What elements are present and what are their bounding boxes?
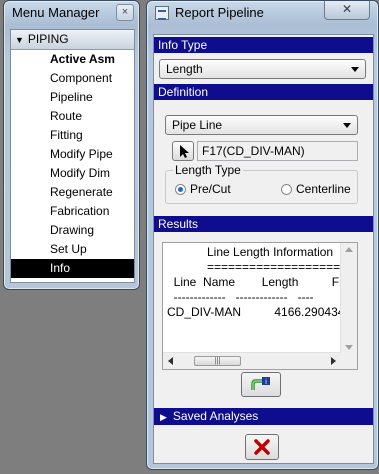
saved-analyses-label: Saved Analyses [172, 409, 259, 423]
length-type-group: Length Type Pre/Cut Centerline [165, 163, 358, 204]
results-text: Line Length Information ================… [167, 245, 358, 320]
menu-manager-window: Menu Manager × ▼ PIPING Active Asm Compon… [3, 0, 140, 290]
menu-item-drawing[interactable]: Drawing [11, 221, 134, 240]
scroll-right-icon[interactable] [331, 357, 336, 365]
menu-header-label: PIPING [27, 32, 69, 46]
report-pipeline-panel: Info Type Length Definition Pipe Line F1… [153, 34, 374, 464]
length-type-label: Length Type [173, 163, 243, 177]
menu-item-active-asm[interactable]: Active Asm [11, 50, 134, 69]
app-icon [155, 6, 169, 20]
radio-centerline-label: Centerline [296, 182, 351, 196]
radio-unchecked-icon [281, 184, 292, 195]
radio-centerline[interactable]: Centerline [281, 182, 351, 196]
menu-item-fitting[interactable]: Fitting [11, 126, 134, 145]
results-line: Line Length Information [167, 245, 334, 259]
menu-manager-close-button[interactable]: × [116, 4, 134, 21]
results-textarea[interactable]: Line Length Information ================… [162, 242, 358, 370]
report-pipeline-window: Report Pipeline ✕ Info Type Length Defin… [146, 0, 379, 470]
triangle-down-icon: ▼ [15, 35, 24, 45]
close-dialog-button[interactable] [245, 434, 279, 460]
info-report-button[interactable]: i [241, 372, 281, 397]
info-type-header: Info Type [154, 37, 373, 53]
menu-item-route[interactable]: Route [11, 107, 134, 126]
chevron-down-icon [351, 67, 359, 72]
menu-item-regenerate[interactable]: Regenerate [11, 183, 134, 202]
scrollbar-corner [341, 353, 357, 369]
radio-pre-cut-label: Pre/Cut [190, 182, 231, 196]
menu-manager-title: Menu Manager [12, 5, 100, 20]
info-type-select[interactable]: Length [159, 59, 366, 79]
cursor-arrow-icon [180, 145, 189, 158]
definition-header: Definition [154, 84, 373, 100]
menu-item-component[interactable]: Component [11, 69, 134, 88]
radio-checked-icon [175, 184, 186, 195]
triangle-right-icon: ▶ [160, 412, 167, 422]
menu-manager-panel: ▼ PIPING Active Asm Component Pipeline Ro… [10, 29, 135, 283]
results-header: Results [154, 216, 373, 232]
info-type-value: Length [166, 62, 203, 76]
vertical-scrollbar[interactable] [340, 243, 357, 354]
pipe-info-icon: i [251, 377, 270, 390]
horizontal-scrollbar[interactable]: ||| [163, 352, 341, 369]
select-pipeline-button[interactable] [172, 141, 194, 161]
close-icon [254, 439, 270, 455]
menu-item-modify-pipe[interactable]: Modify Pipe [11, 145, 134, 164]
definition-select-value: Pipe Line [172, 118, 223, 132]
definition-select[interactable]: Pipe Line [165, 115, 358, 135]
results-line: Line Name Length Fro [167, 275, 350, 289]
selected-pipeline-field[interactable]: F17(CD_DIV-MAN) [197, 141, 358, 161]
menu-item-fabrication[interactable]: Fabrication [11, 202, 134, 221]
menu-item-modify-dim[interactable]: Modify Dim [11, 164, 134, 183]
results-line: ------------- ------------- ---- [167, 290, 314, 304]
scroll-up-icon[interactable] [345, 247, 353, 252]
menu-header-piping[interactable]: ▼ PIPING [11, 30, 134, 50]
results-line: CD_DIV-MAN 4166.290434 . [167, 305, 358, 319]
menu-item-pipeline[interactable]: Pipeline [11, 88, 134, 107]
radio-pre-cut[interactable]: Pre/Cut [175, 182, 231, 196]
scroll-left-icon[interactable] [168, 357, 173, 365]
menu-item-info[interactable]: Info [11, 259, 134, 278]
saved-analyses-header[interactable]: ▶ Saved Analyses [154, 408, 373, 425]
report-pipeline-title: Report Pipeline [175, 5, 264, 20]
chevron-down-icon [343, 123, 351, 128]
scroll-down-icon[interactable] [345, 345, 353, 350]
results-line: ===================== [167, 260, 355, 274]
window-close-button[interactable]: ✕ [324, 1, 370, 20]
menu-item-set-up[interactable]: Set Up [11, 240, 134, 259]
horizontal-scroll-thumb[interactable]: ||| [194, 356, 241, 366]
